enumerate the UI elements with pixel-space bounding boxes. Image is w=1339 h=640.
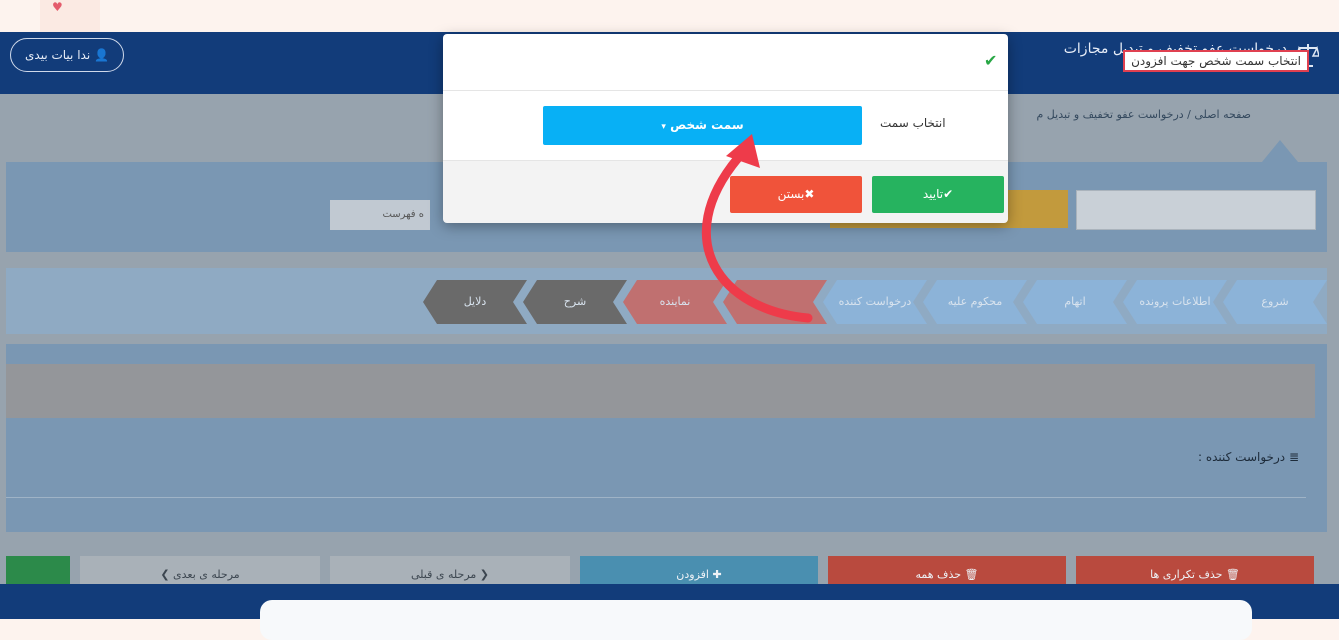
previous-label: مرحله ی قبلی — [410, 568, 477, 581]
user-icon: 👤 — [94, 48, 109, 62]
wizard-step-9[interactable]: دلایل — [423, 280, 527, 324]
user-menu-button[interactable]: 👤 ندا بیات بیدی — [10, 38, 124, 72]
next-label: مرحله ی بعدی — [173, 568, 240, 581]
check-icon: ✔ — [943, 187, 954, 201]
annotation-arrow — [702, 134, 813, 323]
top-strip — [0, 0, 1339, 32]
panel-header-band — [6, 364, 1315, 418]
role-label: انتخاب سمت — [880, 116, 946, 130]
search-input[interactable] — [1076, 190, 1316, 230]
breadcrumb-separator: / — [1187, 108, 1191, 121]
wizard-step-2[interactable]: اطلاعات پرونده — [1123, 280, 1227, 324]
user-name: ندا بیات بیدی — [25, 48, 91, 62]
requester-label: درخواست کننده : — [1197, 450, 1286, 464]
plus-icon: ✚ — [712, 568, 722, 581]
add-label: افزودن — [676, 568, 709, 581]
wizard-step-1[interactable]: شروع — [1223, 280, 1327, 324]
modal-header — [443, 34, 1008, 91]
heart-icon: ♥ — [52, 0, 63, 14]
check-icon: ✔ — [984, 51, 998, 70]
requester-heading: ≣ درخواست کننده : — [1198, 450, 1299, 464]
confirm-label: تایید — [922, 187, 944, 201]
caret-down-icon: ▾ — [661, 122, 666, 132]
wizard-step-4[interactable]: محکوم علیه — [923, 280, 1027, 324]
list-select[interactable]: ه فهرست — [330, 200, 430, 230]
list-icon: ≣ — [1288, 450, 1299, 464]
panel-pointer — [1262, 140, 1298, 162]
chevron-left-icon: ❯ — [160, 568, 170, 581]
modal-title: انتخاب سمت شخص جهت افزودن — [1123, 50, 1309, 72]
breadcrumb-home[interactable]: صفحه اصلی — [1194, 108, 1251, 121]
breadcrumb-current: درخواست عفو تخفیف و تبدیل م — [1036, 108, 1184, 121]
breadcrumb: صفحه اصلی / درخواست عفو تخفیف و تبدیل م — [1037, 108, 1252, 121]
delete-duplicates-label: حذف تکراری ها — [1150, 568, 1223, 581]
trash-icon: 🗑 — [964, 568, 979, 581]
wizard-step-8[interactable]: شرح — [523, 280, 627, 324]
trash-icon: 🗑 — [1225, 568, 1240, 581]
wizard-step-5[interactable]: درخواست کننده — [823, 280, 927, 324]
confirm-button[interactable]: ✔تایید — [872, 176, 1004, 213]
site-logo: ♥ — [40, 0, 100, 32]
divider — [6, 497, 1306, 498]
delete-all-label: حذف همه — [915, 568, 962, 581]
chevron-left-icon: ❮ — [479, 568, 489, 581]
bottom-input[interactable] — [260, 600, 1252, 640]
wizard-step-3[interactable]: اتهام — [1023, 280, 1127, 324]
